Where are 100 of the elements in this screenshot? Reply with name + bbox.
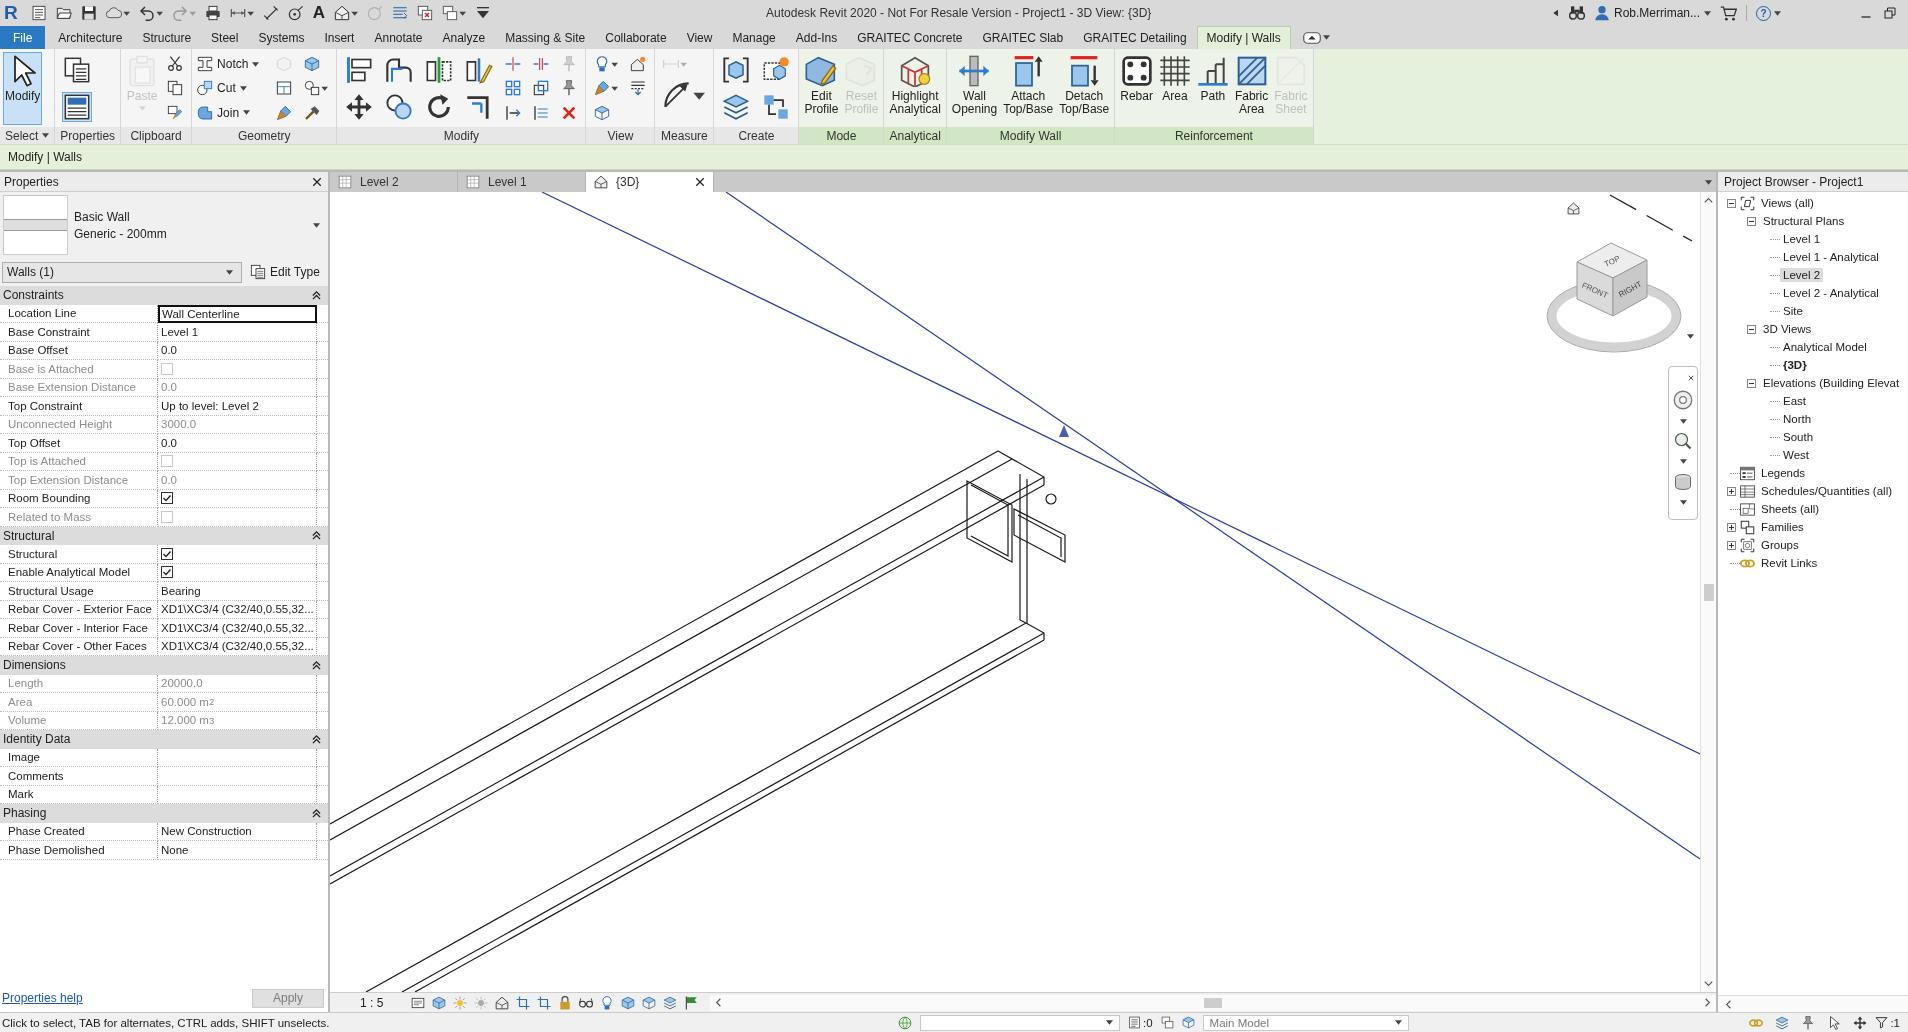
house-star-icon[interactable] xyxy=(630,56,647,73)
close-icon[interactable] xyxy=(695,177,705,187)
split-icon[interactable] xyxy=(505,56,522,73)
box-icon[interactable] xyxy=(594,104,611,121)
group-header[interactable]: Identity Data xyxy=(3,732,71,747)
tree-item[interactable]: Level 2 xyxy=(1780,268,1824,282)
collapse-toggle-icon[interactable] xyxy=(1746,324,1756,334)
group-header[interactable]: Phasing xyxy=(3,806,47,821)
user-name[interactable]: Rob.Merriman... xyxy=(1613,6,1700,20)
property-value[interactable]: Level 1 xyxy=(158,323,317,342)
property-value[interactable]: XD1\XC3/4 (C32/40,0.55,32... xyxy=(158,619,317,638)
brush-icon[interactable] xyxy=(276,104,293,121)
property-value[interactable]: 0.0 xyxy=(158,434,317,453)
collapse-toggle-icon[interactable] xyxy=(1726,198,1736,208)
value-field[interactable] xyxy=(158,767,317,786)
steering-wheel-icon[interactable] xyxy=(1673,390,1693,411)
checkbox[interactable] xyxy=(161,547,173,560)
ribbon-tab[interactable]: Massing & Site xyxy=(495,26,596,49)
scroll-thumb[interactable] xyxy=(1703,583,1714,601)
cube-icon[interactable] xyxy=(432,995,447,1010)
caret-icon[interactable] xyxy=(226,269,233,275)
dropdown-field[interactable] xyxy=(920,1014,1120,1031)
array-icon[interactable] xyxy=(505,80,522,97)
property-value[interactable]: Up to level: Level 2 xyxy=(158,397,317,416)
ribbon-tab[interactable]: GRAITEC Slab xyxy=(972,26,1074,49)
property-value[interactable]: 3000.0 xyxy=(158,415,317,434)
tree-item[interactable]: North xyxy=(1780,412,1815,426)
glasses-icon[interactable] xyxy=(579,995,594,1010)
checkbox[interactable] xyxy=(161,492,173,505)
save-icon[interactable] xyxy=(80,5,97,21)
zoom-icon[interactable] xyxy=(1674,432,1692,451)
documents-icon[interactable] xyxy=(63,56,92,85)
tree-item[interactable]: Elevations (Building Elevat xyxy=(1760,376,1903,390)
expand-toggle-icon[interactable] xyxy=(1726,522,1736,532)
collapse-icon[interactable] xyxy=(312,290,321,300)
vertical-scrollbar[interactable] xyxy=(1700,192,1716,992)
model-dropdown[interactable]: Main Model xyxy=(1202,1014,1409,1031)
dimension-icon[interactable] xyxy=(262,5,279,21)
windows-icon[interactable] xyxy=(442,5,466,21)
caret-icon[interactable] xyxy=(1106,1020,1113,1025)
copy-icon[interactable] xyxy=(167,80,184,97)
tool-button[interactable]: Notch xyxy=(195,56,262,73)
tool-button[interactable]: Wall Opening xyxy=(949,52,1000,125)
group-header[interactable]: Dimensions xyxy=(3,658,66,673)
close-icon[interactable] xyxy=(1688,375,1694,382)
tool-button[interactable]: Fabric Area xyxy=(1232,52,1271,125)
ribbon-tab[interactable]: Add-Ins xyxy=(785,26,848,49)
trim-icon[interactable] xyxy=(505,104,522,121)
move-icon[interactable] xyxy=(345,92,374,121)
property-value[interactable]: 0.0 xyxy=(158,378,317,397)
customize-menu-icon[interactable] xyxy=(475,5,491,21)
lightbulb-icon[interactable] xyxy=(600,995,615,1010)
collapse-icon[interactable] xyxy=(312,734,321,744)
layers-icon[interactable] xyxy=(663,995,678,1010)
globe-icon[interactable] xyxy=(898,1015,912,1030)
thin-lines-icon[interactable] xyxy=(392,5,408,21)
property-value[interactable]: 0.0 xyxy=(158,471,317,490)
arc-icon[interactable] xyxy=(663,80,706,109)
house-icon[interactable] xyxy=(1567,202,1580,215)
tool-button[interactable]: Rebar xyxy=(1118,52,1155,125)
split-face-icon[interactable] xyxy=(276,80,293,97)
collapse-toggle-icon[interactable] xyxy=(1746,378,1756,388)
property-value[interactable]: XD1\XC3/4 (C32/40,0.55,32... xyxy=(158,600,317,619)
tree-item[interactable]: Legends xyxy=(1758,466,1809,480)
collapse-icon[interactable] xyxy=(312,660,321,670)
align-icon[interactable] xyxy=(345,56,374,85)
lightbulb-icon[interactable] xyxy=(594,56,619,73)
house-icon[interactable] xyxy=(334,5,358,21)
pin-icon[interactable] xyxy=(1801,1015,1816,1030)
caret-icon[interactable] xyxy=(1687,334,1694,339)
caret-icon[interactable] xyxy=(1679,459,1687,465)
lines-arrow-icon[interactable] xyxy=(630,80,647,97)
tool-button[interactable]: Modify xyxy=(3,52,43,125)
ribbon-tab[interactable]: GRAITEC Detailing xyxy=(1073,26,1197,49)
collapse-arrow-icon[interactable] xyxy=(1551,9,1560,17)
expand-toggle-icon[interactable] xyxy=(1726,540,1736,550)
hammer-icon[interactable] xyxy=(304,104,321,121)
document-list-icon[interactable] xyxy=(30,5,47,21)
tool-button[interactable]: Edit Profile xyxy=(802,52,841,125)
folder-icon[interactable] xyxy=(55,5,72,21)
property-value[interactable]: None xyxy=(158,841,317,860)
brush-icon[interactable] xyxy=(594,80,619,97)
mirror-icon[interactable] xyxy=(425,56,454,85)
tree-item[interactable]: Level 2 - Analytical xyxy=(1780,286,1882,300)
split-gap-icon[interactable] xyxy=(533,56,550,73)
layers-icon[interactable] xyxy=(722,92,751,121)
sheet-lines-icon[interactable] xyxy=(411,995,426,1010)
bracketed-cube-icon[interactable] xyxy=(722,56,751,85)
binoculars-icon[interactable] xyxy=(1568,5,1585,21)
tree-item[interactable]: East xyxy=(1780,394,1809,408)
tree-item[interactable]: Views (all) xyxy=(1758,196,1817,210)
caret-icon[interactable] xyxy=(1394,1020,1402,1025)
edit-type-button[interactable]: Edit Type xyxy=(248,264,322,280)
caret-icon[interactable] xyxy=(1774,10,1781,16)
tool-button[interactable]: Area xyxy=(1156,52,1193,125)
checkbox[interactable] xyxy=(161,566,173,579)
ribbon-tab[interactable]: Architecture xyxy=(48,26,133,49)
ribbon-tab[interactable]: Annotate xyxy=(364,26,433,49)
squares-icon[interactable] xyxy=(762,92,791,121)
application-menu-button[interactable]: File xyxy=(0,26,46,49)
